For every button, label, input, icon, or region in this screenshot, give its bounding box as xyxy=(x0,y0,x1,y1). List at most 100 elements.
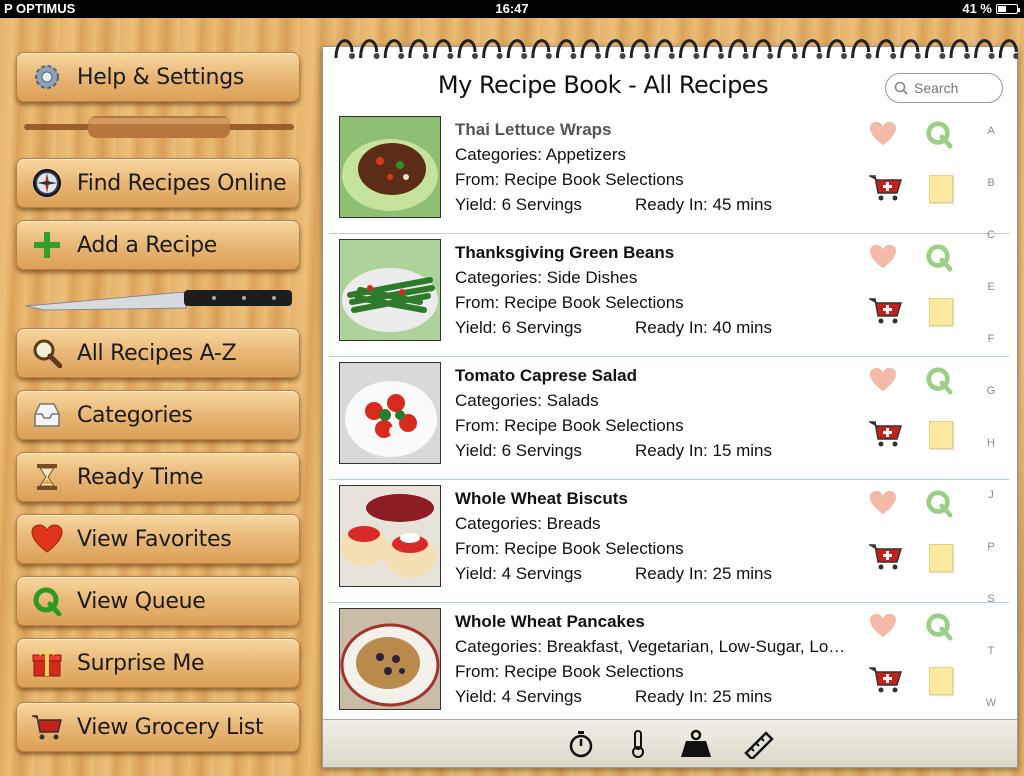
note-icon[interactable] xyxy=(929,544,953,572)
index-letter[interactable]: T xyxy=(977,645,1005,657)
recipe-row[interactable]: Thai Lettuce Wraps Categories: Appetizer… xyxy=(329,111,1009,234)
index-letter[interactable]: J xyxy=(977,489,1005,501)
inbox-icon xyxy=(31,399,63,431)
sidebar-item-find-recipes-online[interactable]: Find Recipes Online xyxy=(16,158,300,208)
favorite-heart-icon[interactable] xyxy=(869,613,897,639)
recipe-row[interactable]: Tomato Caprese Salad Categories: Salads … xyxy=(329,357,1009,480)
weight-icon[interactable] xyxy=(680,729,712,759)
search-box[interactable] xyxy=(885,73,1003,103)
recipe-thumbnail[interactable] xyxy=(339,362,441,464)
index-letter[interactable]: P xyxy=(977,541,1005,553)
recipe-categories: Categories: Breads xyxy=(455,514,601,533)
index-letter[interactable]: H xyxy=(977,437,1005,449)
spiral-hole xyxy=(373,53,380,59)
spiral-hole xyxy=(767,53,774,59)
queue-icon[interactable] xyxy=(925,242,953,272)
index-letter[interactable]: B xyxy=(977,177,1005,189)
thermometer-icon[interactable] xyxy=(626,729,650,759)
spiral-hole xyxy=(1013,53,1018,59)
spiral-hole xyxy=(890,53,897,59)
add-to-grocery-cart-icon[interactable] xyxy=(869,173,903,203)
sidebar-item-all-recipes[interactable]: All Recipes A-Z xyxy=(16,328,300,378)
spiral-hole xyxy=(496,53,503,59)
recipe-row[interactable]: Whole Wheat Biscuts Categories: Breads F… xyxy=(329,480,1009,603)
recipe-list[interactable]: Thai Lettuce Wraps Categories: Appetizer… xyxy=(329,111,1009,721)
recipe-notebook: My Recipe Book - All Recipes Thai Lettuc… xyxy=(322,46,1018,768)
index-letter[interactable]: C xyxy=(977,229,1005,241)
favorite-heart-icon[interactable] xyxy=(869,244,897,270)
spiral-hole xyxy=(742,53,749,59)
sidebar: Help & Settings Find Recipes Online Add … xyxy=(0,18,316,776)
plus-icon xyxy=(31,229,63,261)
sidebar-item-surprise-me[interactable]: Surprise Me xyxy=(16,638,300,688)
spiral-hole xyxy=(545,53,552,59)
favorite-heart-icon[interactable] xyxy=(869,121,897,147)
queue-icon[interactable] xyxy=(925,611,953,641)
spiral-hole xyxy=(570,53,577,59)
index-letter[interactable]: S xyxy=(977,593,1005,605)
compass-icon xyxy=(31,167,63,199)
queue-icon[interactable] xyxy=(925,365,953,395)
recipe-thumbnail[interactable] xyxy=(339,239,441,341)
recipe-title: Tomato Caprese Salad xyxy=(455,366,638,385)
sidebar-item-categories[interactable]: Categories xyxy=(16,390,300,440)
recipe-thumbnail[interactable] xyxy=(339,485,441,587)
add-to-grocery-cart-icon[interactable] xyxy=(869,296,903,326)
spiral-hole xyxy=(398,53,405,59)
recipe-yield: Yield: 6 Servings xyxy=(455,318,582,337)
page-title: My Recipe Book - All Recipes xyxy=(437,71,769,99)
knife-image xyxy=(25,290,292,311)
note-icon[interactable] xyxy=(929,175,953,203)
add-to-grocery-cart-icon[interactable] xyxy=(869,665,903,695)
index-letter[interactable]: W xyxy=(977,697,1005,709)
recipe-row[interactable]: Thanksgiving Green Beans Categories: Sid… xyxy=(329,234,1009,357)
recipe-categories: Categories: Breakfast, Vegetarian, Low-S… xyxy=(455,637,846,656)
queue-icon[interactable] xyxy=(925,119,953,149)
add-to-grocery-cart-icon[interactable] xyxy=(869,542,903,572)
add-to-grocery-cart-icon[interactable] xyxy=(869,419,903,449)
recipe-ready-time: Ready In: 15 mins xyxy=(635,441,773,460)
battery-icon xyxy=(996,3,1020,14)
spiral-hole xyxy=(964,53,970,59)
queue-icon[interactable] xyxy=(925,488,953,518)
sidebar-item-view-grocery-list[interactable]: View Grocery List xyxy=(16,702,300,752)
recipe-ready-time: Ready In: 40 mins xyxy=(635,318,773,337)
sidebar-item-add-recipe[interactable]: Add a Recipe xyxy=(16,220,300,270)
index-letter[interactable]: F xyxy=(977,333,1005,345)
index-letter[interactable]: E xyxy=(977,281,1005,293)
spiral-hole xyxy=(644,53,651,59)
gift-icon xyxy=(31,647,63,679)
note-icon[interactable] xyxy=(929,667,953,695)
favorite-heart-icon[interactable] xyxy=(869,367,897,393)
spiral-hole xyxy=(939,53,946,59)
sidebar-item-label: View Grocery List xyxy=(77,714,264,740)
favorite-heart-icon[interactable] xyxy=(869,490,897,516)
spiral-hole xyxy=(447,53,454,59)
recipe-row[interactable]: Whole Wheat Pancakes Categories: Breakfa… xyxy=(329,603,1009,721)
recipe-info: Whole Wheat Biscuts Categories: Breads F… xyxy=(455,486,865,586)
recipe-thumbnail[interactable] xyxy=(339,608,441,710)
index-letter[interactable]: A xyxy=(977,125,1005,137)
index-letter[interactable]: G xyxy=(977,385,1005,397)
recipe-title: Whole Wheat Pancakes xyxy=(455,612,645,631)
recipe-thumbnail[interactable] xyxy=(339,116,441,218)
search-input[interactable] xyxy=(914,80,994,96)
ruler-icon[interactable] xyxy=(742,729,774,759)
note-icon[interactable] xyxy=(929,298,953,326)
sidebar-item-view-favorites[interactable]: View Favorites xyxy=(16,514,300,564)
magnifier-icon xyxy=(31,337,63,369)
spiral-hole xyxy=(914,53,921,59)
sidebar-item-view-queue[interactable]: View Queue xyxy=(16,576,300,626)
status-bar: P OPTIMUS 16:47 41 % xyxy=(0,0,1024,18)
spiral-hole xyxy=(988,53,995,59)
battery-indicator: 41 % xyxy=(962,1,1020,16)
timer-icon[interactable] xyxy=(566,729,596,759)
note-icon[interactable] xyxy=(929,421,953,449)
sidebar-item-label: All Recipes A-Z xyxy=(77,340,237,366)
sidebar-item-help-settings[interactable]: Help & Settings xyxy=(16,52,300,102)
spiral-hole xyxy=(521,53,528,59)
spiral-hole xyxy=(668,53,675,59)
recipe-yield: Yield: 6 Servings xyxy=(455,195,582,214)
queue-icon xyxy=(31,585,63,617)
sidebar-item-ready-time[interactable]: Ready Time xyxy=(16,452,300,502)
